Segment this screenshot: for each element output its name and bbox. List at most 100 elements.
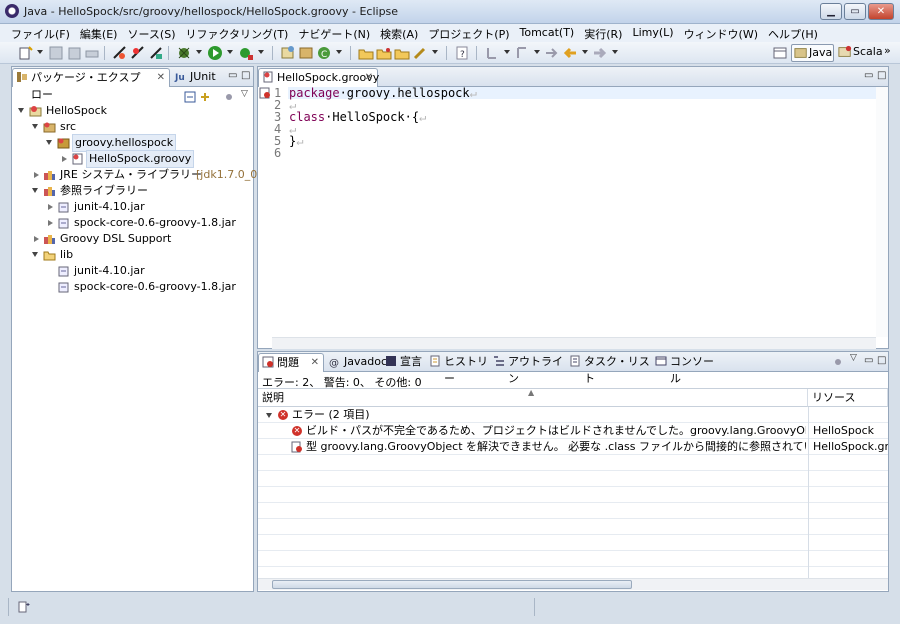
editor-vertical-scrollbar[interactable] (876, 87, 888, 337)
code-line[interactable]: package·groovy.hellospock↵ (289, 87, 477, 99)
new-package-icon[interactable] (298, 45, 314, 61)
expand-toggle-icon[interactable] (32, 188, 38, 193)
search-dropdown-icon[interactable] (432, 50, 438, 54)
problem-row[interactable]: ✕ ビルド・パスが不完全であるため、プロジェクトはビルドされませんでした。gro… (258, 423, 888, 439)
tab-history[interactable]: ヒストリー (426, 353, 490, 385)
expand-toggle-icon[interactable] (18, 108, 24, 113)
open-type-icon[interactable] (358, 45, 374, 61)
menu-file[interactable]: ファイル(F) (6, 24, 75, 42)
minimize-editor-icon[interactable]: ▭ (864, 70, 873, 81)
error-group-row[interactable]: ✕ エラー (2 項目) (258, 407, 888, 423)
search-icon[interactable] (412, 45, 428, 61)
forward-icon[interactable] (592, 45, 608, 61)
code-line[interactable]: }↵ (289, 135, 303, 147)
view-menu-icon[interactable] (832, 356, 844, 368)
expand-toggle-icon[interactable] (48, 220, 53, 226)
close-button[interactable]: ✕ (868, 3, 894, 20)
maximize-editor-icon[interactable]: □ (877, 70, 886, 81)
link-with-editor-icon[interactable] (199, 91, 211, 103)
tab-hellospock-groovy[interactable]: HelloSpock.groovy ✕ (258, 68, 379, 87)
back-icon[interactable] (562, 45, 578, 61)
minimize-view-icon[interactable]: ▭ (228, 70, 237, 81)
prev-annotation-icon[interactable] (514, 45, 530, 61)
menu-search[interactable]: 検索(A) (375, 24, 423, 42)
external-tools-icon[interactable] (238, 45, 254, 61)
new-icon[interactable] (18, 45, 34, 61)
close-tab-icon[interactable]: ✕ (157, 69, 165, 86)
code-line[interactable]: class·HelloSpock·{↵ (289, 111, 426, 123)
next-annotation-dropdown-icon[interactable] (504, 50, 510, 54)
debug-new-icon[interactable] (112, 45, 128, 61)
run-dropdown-icon[interactable] (227, 50, 233, 54)
print-icon[interactable] (84, 45, 100, 61)
expand-toggle-icon[interactable] (32, 124, 38, 129)
menu-project[interactable]: プロジェクト(P) (423, 24, 514, 42)
groovy-tool-icon[interactable] (130, 45, 146, 61)
forward-dropdown-icon[interactable] (612, 50, 618, 54)
maximize-button[interactable]: ▭ (844, 3, 866, 20)
debug-dropdown-icon[interactable] (196, 50, 202, 54)
menu-tomcat[interactable]: Tomcat(T) (515, 24, 580, 42)
last-edit-icon[interactable] (544, 45, 560, 61)
open-resource-icon[interactable] (394, 45, 410, 61)
next-annotation-icon[interactable] (484, 45, 500, 61)
menu-limy[interactable]: Limy(L) (627, 24, 678, 42)
menu-source[interactable]: ソース(S) (122, 24, 180, 42)
view-menu-icon[interactable] (223, 91, 235, 103)
tab-task-list[interactable]: タスク・リスト (566, 353, 652, 385)
open-perspective-icon[interactable] (772, 45, 788, 61)
menu-navigate[interactable]: ナビゲート(N) (293, 24, 375, 42)
save-icon[interactable] (48, 45, 64, 61)
tab-problems[interactable]: 問題 ✕ (258, 353, 324, 372)
tab-junit[interactable]: Ju JUnit (172, 68, 232, 87)
menu-help[interactable]: ヘルプ(H) (763, 24, 823, 42)
expand-toggle-icon[interactable] (34, 236, 39, 242)
perspective-java[interactable]: Java (791, 44, 834, 62)
maximize-view-icon[interactable]: □ (877, 355, 886, 366)
back-dropdown-icon[interactable] (582, 50, 588, 54)
menu-refactor[interactable]: リファクタリング(T) (180, 24, 293, 42)
new-java-project-icon[interactable] (280, 45, 296, 61)
view-menu-dropdown-icon[interactable]: ▽ (850, 353, 857, 363)
more-perspectives-button[interactable]: » (884, 44, 891, 57)
scala-tool-icon[interactable] (148, 45, 164, 61)
view-menu-dropdown-icon[interactable]: ▽ (241, 89, 248, 99)
expand-toggle-icon[interactable] (62, 156, 67, 162)
expand-toggle-icon[interactable] (46, 140, 52, 145)
minimize-view-icon[interactable]: ▭ (864, 355, 873, 366)
open-task-icon[interactable] (376, 45, 392, 61)
expand-toggle-icon[interactable] (34, 172, 39, 178)
error-marker-icon[interactable] (259, 87, 271, 99)
fast-view-icon[interactable] (18, 600, 32, 614)
editor-horizontal-scrollbar[interactable] (272, 337, 876, 349)
menu-run[interactable]: 実行(R) (579, 24, 627, 42)
tab-outline[interactable]: アウトライン (490, 353, 566, 385)
tab-console[interactable]: コンソール (652, 353, 720, 385)
menu-edit[interactable]: 編集(E) (75, 24, 123, 42)
expand-toggle-icon[interactable] (266, 413, 272, 418)
toggle-markoccurrences-icon[interactable]: ? (454, 45, 470, 61)
close-tab-icon[interactable]: ✕ (311, 354, 319, 371)
external-tools-dropdown-icon[interactable] (258, 50, 264, 54)
run-icon[interactable] (207, 45, 223, 61)
maximize-view-icon[interactable]: □ (241, 70, 250, 81)
problem-row[interactable]: 型 groovy.lang.GroovyObject を解決できません。 必要な… (258, 439, 888, 455)
new-class-dropdown-icon[interactable] (336, 50, 342, 54)
expand-toggle-icon[interactable] (48, 204, 53, 210)
column-header-description[interactable]: 説明 ▲ (258, 388, 808, 407)
new-class-icon[interactable]: C (316, 45, 332, 61)
tab-javadoc[interactable]: @ Javadoc (326, 353, 387, 372)
perspective-scala[interactable]: Scala (836, 44, 883, 62)
save-all-icon[interactable] (66, 45, 82, 61)
menu-window[interactable]: ウィンドウ(W) (679, 24, 763, 42)
tab-package-explorer[interactable]: パッケージ・エクスプロー ✕ (12, 68, 170, 101)
new-dropdown-icon[interactable] (37, 50, 43, 54)
prev-annotation-dropdown-icon[interactable] (534, 50, 540, 54)
column-header-resource[interactable]: リソース (808, 389, 888, 407)
problems-horizontal-scrollbar[interactable] (258, 578, 888, 590)
collapse-all-icon[interactable] (184, 91, 196, 103)
minimize-button[interactable]: ▁ (820, 3, 842, 20)
tab-declaration[interactable]: 宣言 (382, 353, 426, 372)
debug-icon[interactable] (176, 45, 192, 61)
scrollbar-thumb[interactable] (272, 580, 632, 589)
